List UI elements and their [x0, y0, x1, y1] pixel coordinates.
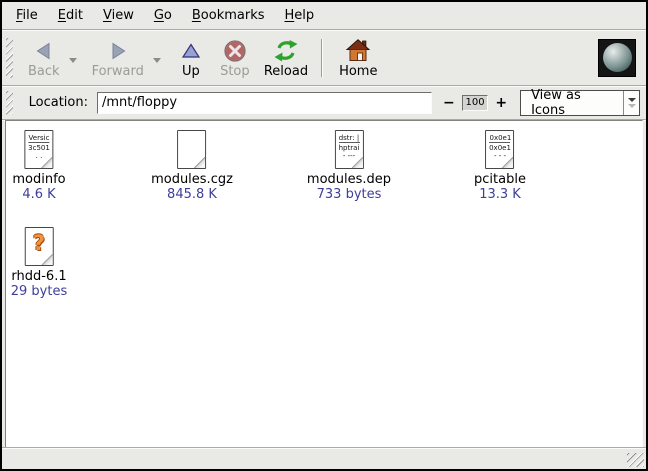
- text-file-icon: dstr: | hptrai - ---: [334, 130, 363, 169]
- file-name: pcitable: [474, 172, 526, 187]
- file-item-pcitable[interactable]: 0x0e1 0x0e1 - - - pcitable 13.3 K: [474, 130, 526, 202]
- reload-icon: [273, 38, 299, 64]
- stop-button[interactable]: Stop: [213, 35, 257, 81]
- unknown-file-icon: ?: [25, 227, 54, 266]
- file-view: Versic 3c501 . . modinfo 4.6 K modules.c…: [5, 120, 643, 448]
- home-label: Home: [339, 64, 377, 79]
- menu-view[interactable]: View: [93, 4, 144, 27]
- zoom-in-button[interactable]: +: [493, 95, 509, 111]
- toolbar-separator: [321, 39, 322, 77]
- file-name: modules.dep: [307, 172, 391, 187]
- file-size: 4.6 K: [12, 187, 65, 202]
- resize-grip[interactable]: [627, 453, 644, 467]
- forward-dropdown-arrow[interactable]: [151, 54, 163, 67]
- menu-edit[interactable]: Edit: [48, 4, 93, 27]
- menu-view-label: V: [103, 8, 112, 23]
- file-name: modules.cgz: [151, 172, 233, 187]
- menu-go[interactable]: Go: [144, 4, 182, 27]
- zoom-out-button[interactable]: −: [441, 95, 457, 111]
- file-name: rhdd-6.1: [11, 269, 68, 284]
- menu-help[interactable]: Help: [275, 4, 325, 27]
- status-bar: [2, 448, 646, 469]
- stop-label: Stop: [220, 64, 250, 79]
- throbber-icon: [598, 39, 636, 77]
- forward-label: Forward: [92, 64, 144, 79]
- back-button[interactable]: Back: [21, 35, 67, 81]
- toolbar: Back Forward Up Stop: [2, 30, 646, 86]
- forward-button[interactable]: Forward: [85, 35, 151, 81]
- file-item-rhdd-6-1[interactable]: ? rhdd-6.1 29 bytes: [11, 227, 68, 299]
- text-file-icon: 0x0e1 0x0e1 - - -: [486, 130, 515, 169]
- menubar: File Edit View Go Bookmarks Help: [2, 2, 646, 30]
- file-size: 845.8 K: [151, 187, 233, 202]
- up-label: Up: [182, 64, 200, 79]
- back-label: Back: [28, 64, 60, 79]
- locationbar-drag-handle[interactable]: [6, 91, 13, 115]
- up-icon: [181, 38, 201, 64]
- view-mode-dropdown[interactable]: View as Icons: [520, 90, 640, 116]
- menu-edit-label: E: [58, 8, 66, 23]
- location-input[interactable]: [97, 92, 432, 114]
- menu-bookmarks[interactable]: Bookmarks: [182, 4, 275, 27]
- menu-file[interactable]: File: [6, 4, 48, 27]
- throbber-sphere: [603, 43, 632, 72]
- question-mark-glyph: ?: [26, 232, 53, 254]
- back-icon: [33, 38, 55, 64]
- file-manager-window: File Edit View Go Bookmarks Help Back Fo…: [0, 0, 648, 471]
- up-button[interactable]: Up: [169, 35, 213, 81]
- reload-button[interactable]: Reload: [257, 35, 315, 81]
- toolbar-drag-handle[interactable]: [6, 38, 13, 78]
- menu-bookmarks-label: B: [192, 8, 201, 23]
- location-bar: Location: − 100 + View as Icons: [2, 86, 646, 120]
- file-item-modules-dep[interactable]: dstr: | hptrai - --- modules.dep 733 byt…: [307, 130, 391, 202]
- file-name: modinfo: [12, 172, 65, 187]
- home-button[interactable]: Home: [332, 35, 384, 81]
- text-file-icon: Versic 3c501 . .: [24, 130, 53, 169]
- view-mode-label: View as Icons: [521, 91, 623, 115]
- file-size: 13.3 K: [474, 187, 526, 202]
- file-size: 733 bytes: [307, 187, 391, 202]
- home-icon: [346, 38, 370, 64]
- blank-file-icon: [177, 130, 206, 169]
- chevron-down-icon: [623, 91, 639, 115]
- menu-help-label: H: [285, 8, 295, 23]
- reload-label: Reload: [264, 64, 308, 79]
- location-label: Location:: [29, 95, 88, 110]
- back-dropdown-arrow[interactable]: [67, 54, 79, 67]
- stop-icon: [223, 38, 247, 64]
- zoom-level-indicator[interactable]: 100: [462, 95, 489, 111]
- menu-go-label: G: [154, 8, 164, 23]
- file-size: 29 bytes: [11, 284, 68, 299]
- file-item-modules-cgz[interactable]: modules.cgz 845.8 K: [151, 130, 233, 202]
- forward-icon: [107, 38, 129, 64]
- file-item-modinfo[interactable]: Versic 3c501 . . modinfo 4.6 K: [12, 130, 65, 202]
